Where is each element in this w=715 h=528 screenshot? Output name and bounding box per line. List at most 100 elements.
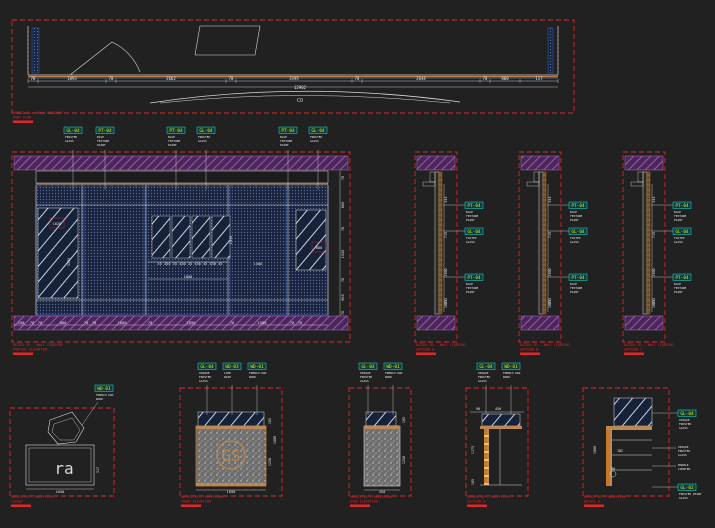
leader-line bbox=[81, 401, 99, 426]
material-tag-note: GLASS bbox=[360, 379, 369, 383]
detail-tag: GL-04OPAQUEFROSTEDGLASS bbox=[358, 362, 378, 383]
elevation-tag: PT-04BLUETEXTUREPAINT bbox=[95, 126, 115, 147]
section-dim: 1005 bbox=[444, 300, 448, 308]
section-ceiling-hatch bbox=[624, 155, 664, 171]
elev-bottom-dim: 70 bbox=[30, 320, 35, 325]
section-dim: 715 bbox=[548, 232, 552, 238]
detail-dim: 105 bbox=[402, 417, 406, 423]
material-tag-code: WD-01 bbox=[250, 364, 264, 370]
material-tag-code: WD-01 bbox=[97, 386, 111, 392]
counter-glass bbox=[481, 413, 521, 427]
material-tag-note: GLASS bbox=[310, 139, 319, 143]
material-tag-code: PT-04 bbox=[169, 128, 183, 134]
material-tag-note: PAINT bbox=[168, 143, 177, 147]
glass-panel bbox=[191, 215, 211, 259]
section-tag: GL-04FLUTEDGLASS bbox=[464, 227, 484, 244]
material-tag-code: GL-04 bbox=[200, 364, 214, 370]
material-tag-note: WOOD bbox=[385, 375, 392, 379]
door-swing bbox=[69, 41, 141, 76]
detail-tag: WD-01FRENCH OAKWOOD bbox=[383, 362, 403, 379]
section-title: DETAIL 01 - WALL CLADDING bbox=[624, 343, 674, 347]
reception-logo: ra bbox=[54, 459, 73, 478]
detail-tag: WD-01FRENCH OAKWOOD bbox=[247, 362, 267, 379]
plan-dim-text: 800 bbox=[501, 76, 509, 81]
section-dim: 545 bbox=[652, 196, 656, 202]
glass-panel bbox=[171, 215, 191, 259]
section-floor-hatch bbox=[624, 315, 664, 331]
desk-top bbox=[480, 426, 522, 429]
detail-tag: WD-01FRENCH OAKWOOD bbox=[94, 384, 114, 401]
material-tag-code: GL-04 bbox=[680, 411, 694, 417]
plan-dim-text: 117 bbox=[535, 76, 543, 81]
reception-logo: GS bbox=[221, 446, 240, 465]
detail-tag: GL-04OPAQUEFROSTEDGLASS bbox=[197, 362, 217, 383]
plan-curve bbox=[149, 90, 461, 104]
section-dim: 1500 bbox=[652, 268, 656, 276]
elev-bottom-dim: 70 bbox=[230, 320, 235, 325]
plan-dim-text: 70 bbox=[483, 76, 488, 81]
section-title: DETAIL 01 - WALL CLADDING bbox=[520, 343, 570, 347]
section-floor-hatch bbox=[416, 315, 456, 331]
section-underline bbox=[624, 352, 644, 355]
elevation-tag: GL-04FROSTEDGLASS bbox=[308, 126, 328, 143]
material-tag-note: PAINT bbox=[674, 218, 683, 222]
detail-dim: 90 bbox=[476, 407, 480, 411]
plan-dim-text: 3195 bbox=[289, 76, 299, 81]
elev-bottom-dim: 70 bbox=[148, 320, 153, 325]
desk-bracket bbox=[484, 451, 489, 453]
material-tag-note: WASH bbox=[224, 375, 231, 379]
desk-top bbox=[196, 426, 266, 429]
section-dim: 1500 bbox=[548, 268, 552, 276]
detail-frame bbox=[465, 387, 529, 497]
section-tag: PT-04BLUETEXTUREPAINT bbox=[672, 201, 692, 222]
detail-dim: 1000 bbox=[273, 436, 277, 444]
elev-right-dim: 965 bbox=[341, 294, 345, 301]
elevation-subtitle: PARTIAL ELEVATION bbox=[13, 348, 47, 352]
detail4-title: DETAIL 02 - RECEPTION bbox=[467, 495, 509, 499]
desk-bracket bbox=[484, 435, 489, 437]
detail-dim: 1000 bbox=[593, 446, 597, 454]
section-tag: GL-04FLUTEDGLASS bbox=[568, 227, 588, 244]
desk-bracket bbox=[484, 467, 489, 469]
section-tag: GL-04FLUTEDGLASS bbox=[672, 227, 692, 244]
material-tag-note: PAINT bbox=[280, 143, 289, 147]
reception-desk-side bbox=[363, 425, 401, 487]
section-soffit bbox=[422, 181, 436, 187]
material-tag-code: GL-04 bbox=[66, 128, 80, 134]
section-title: DETAIL 01 - WALL CLADDING bbox=[416, 343, 466, 347]
material-tag-code: PT-04 bbox=[467, 203, 481, 209]
detail5-subtitle: DETAIL A bbox=[584, 500, 600, 504]
detail-dim: 1050 bbox=[56, 490, 65, 494]
plan-panel bbox=[547, 27, 554, 74]
detail-dim: 1175 bbox=[471, 446, 475, 454]
plan-dim-text: 2662 bbox=[166, 76, 176, 81]
detail4-underline bbox=[467, 504, 487, 507]
detail1-title: DETAIL 02 - RECEPTION bbox=[11, 495, 53, 499]
detail3-title: DETAIL 02 - RECEPTION bbox=[350, 495, 392, 499]
detail-dim: 80 bbox=[611, 467, 615, 471]
detail-note: COUNTER bbox=[678, 467, 690, 471]
material-tag-code: GL-04 bbox=[467, 229, 481, 235]
section-soffit bbox=[630, 181, 644, 187]
material-tag-note: WOOD bbox=[249, 375, 256, 379]
elev-bottom-dim: 70 bbox=[84, 320, 89, 325]
reception-plant bbox=[51, 417, 81, 441]
material-tag-code: WD-01 bbox=[386, 364, 400, 370]
elev-bottom-dim: 1600 bbox=[117, 320, 127, 325]
plan-furniture bbox=[194, 25, 261, 56]
section-dim: 715 bbox=[652, 232, 656, 238]
detail-tag: WD-03LIMEWASH bbox=[222, 362, 242, 379]
section-soffit bbox=[526, 181, 540, 187]
detail4-subtitle: SECTION A bbox=[467, 500, 485, 504]
material-tag-note: PAINT bbox=[570, 218, 579, 222]
elev-bottom-dim: 70 bbox=[92, 320, 97, 325]
material-tag-code: GL-04 bbox=[675, 229, 689, 235]
elev-bottom-dim: 800 bbox=[60, 320, 68, 325]
section-tag: PT-04BLUETEXTUREPAINT bbox=[464, 273, 484, 294]
material-tag-note: GLASS bbox=[679, 426, 688, 430]
material-tag-note: PAINT bbox=[570, 290, 579, 294]
detail3-underline bbox=[350, 504, 370, 507]
material-tag-code: WD-01 bbox=[504, 364, 518, 370]
material-tag-code: GL-04 bbox=[361, 364, 375, 370]
elev-dim-text: 1620 bbox=[53, 222, 62, 226]
